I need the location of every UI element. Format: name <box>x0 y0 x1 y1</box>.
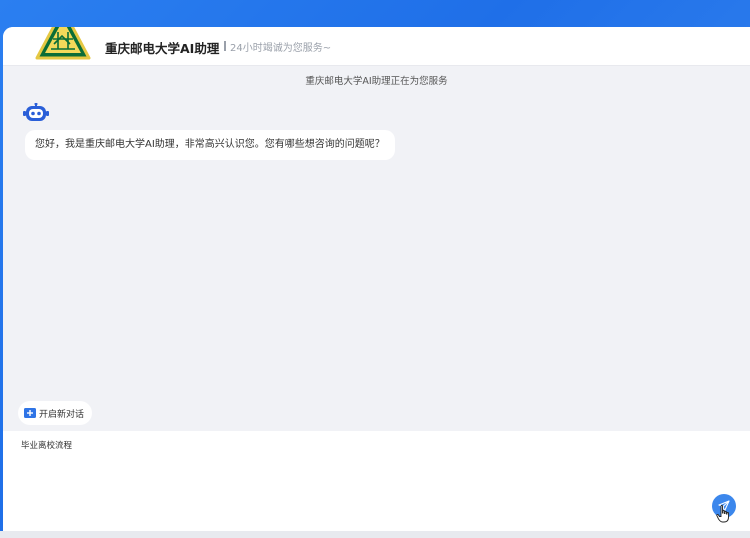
assistant-message-bubble: 您好，我是重庆邮电大学AI助理，非常高兴认识您。您有哪些想咨询的问题呢？ <box>25 130 395 160</box>
title-separator <box>224 41 226 51</box>
hand-cursor-icon <box>716 505 729 523</box>
message-input[interactable]: 毕业离校流程 <box>21 439 701 519</box>
header: 重庆邮电大学AI助理 24小时竭诚为您服务~ <box>3 27 750 66</box>
new-chat-label: 开启新对话 <box>39 409 85 420</box>
composer: 毕业离校流程 <box>3 431 750 531</box>
bottom-strip <box>0 531 750 538</box>
app-title: 重庆邮电大学AI助理 <box>105 41 220 56</box>
university-logo-icon <box>35 27 91 60</box>
robot-icon <box>23 103 49 121</box>
chat-window: 重庆邮电大学AI助理 24小时竭诚为您服务~ 重庆邮电大学AI助理正在为您服务 … <box>3 27 750 531</box>
new-chat-button[interactable]: 开启新对话 <box>18 401 93 425</box>
app-subtitle: 24小时竭诚为您服务~ <box>230 43 332 54</box>
service-notice: 重庆邮电大学AI助理正在为您服务 <box>305 76 448 87</box>
new-chat-icon <box>24 408 36 418</box>
